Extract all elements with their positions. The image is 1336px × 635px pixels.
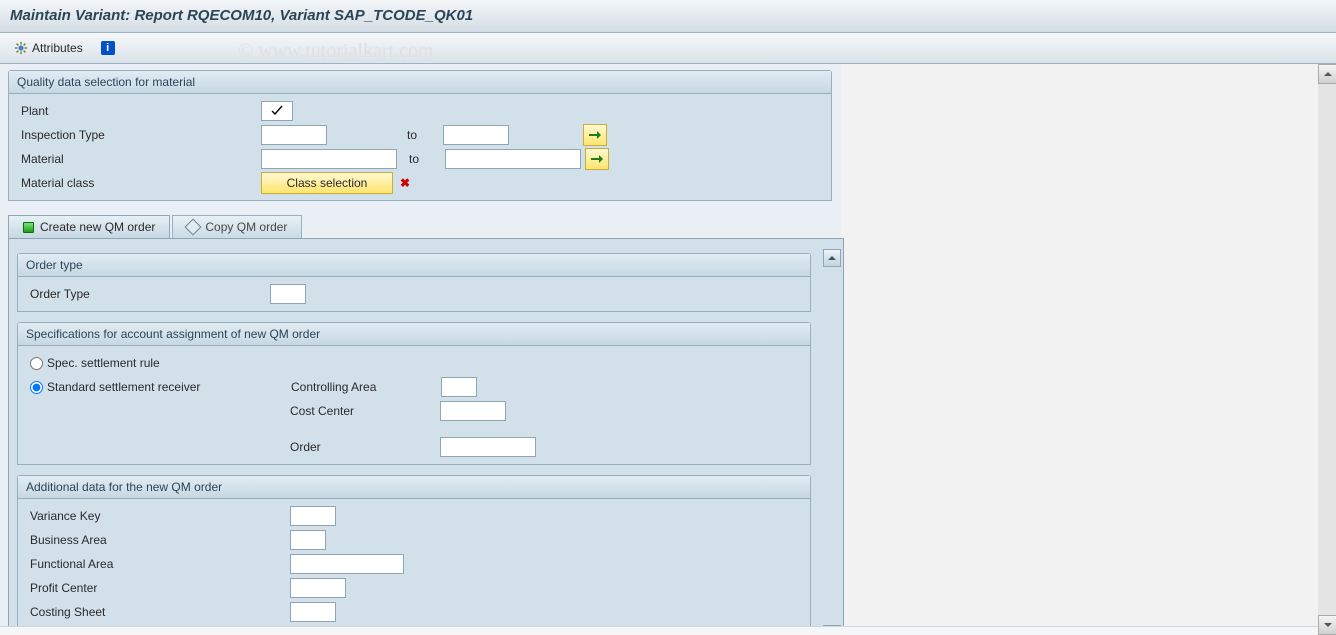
cost-center-input[interactable]: [440, 401, 506, 421]
inspection-type-from-input[interactable]: [261, 125, 327, 145]
chevron-up-icon: [1324, 70, 1332, 78]
attributes-button[interactable]: Attributes: [10, 39, 87, 57]
group-quality-data: Quality data selection for material Plan…: [8, 70, 832, 201]
label-insp-to: to: [407, 128, 443, 142]
label-std-receiver: Standard settlement receiver: [47, 380, 291, 394]
radio-spec-rule[interactable]: [30, 357, 43, 370]
order-type-input[interactable]: [270, 284, 306, 304]
label-cost-center: Cost Center: [290, 404, 440, 418]
inspection-type-to-input[interactable]: [443, 125, 509, 145]
chevron-down-icon: [1324, 621, 1332, 629]
variance-key-input[interactable]: [290, 506, 336, 526]
spec-order-input[interactable]: [440, 437, 536, 457]
plant-required-input[interactable]: [261, 101, 293, 121]
group-specifications-title: Specifications for account assignment of…: [18, 323, 810, 346]
attributes-label: Attributes: [32, 41, 83, 55]
material-multi-button[interactable]: [585, 148, 609, 170]
group-order-type-title: Order type: [18, 254, 810, 277]
group-order-type: Order type Order Type: [17, 253, 811, 312]
label-controlling-area: Controlling Area: [291, 380, 441, 394]
gear-icon: [14, 41, 28, 55]
radio-std-receiver[interactable]: [30, 381, 43, 394]
costing-sheet-input[interactable]: [290, 602, 336, 622]
page-title: Maintain Variant: Report RQECOM10, Varia…: [0, 0, 1336, 33]
arrow-right-icon: [589, 130, 601, 140]
tab-copy-qm-order[interactable]: Copy QM order: [172, 215, 302, 238]
label-order-type: Order Type: [20, 287, 270, 301]
group-quality-data-title: Quality data selection for material: [9, 71, 831, 94]
required-check-icon: [271, 105, 283, 117]
inner-scroll-up-button[interactable]: [823, 249, 841, 267]
bottom-strip: [0, 626, 1336, 635]
arrow-right-icon: [591, 154, 603, 164]
profit-center-input[interactable]: [290, 578, 346, 598]
label-plant: Plant: [11, 104, 261, 118]
tab-zone: Create new QM order Copy QM order Order …: [8, 215, 844, 635]
label-profit-center: Profit Center: [20, 581, 290, 595]
label-material: Material: [11, 152, 261, 166]
label-business-area: Business Area: [20, 533, 290, 547]
label-costing-sheet: Costing Sheet: [20, 605, 290, 619]
material-from-input[interactable]: [261, 149, 397, 169]
label-functional-area: Functional Area: [20, 557, 290, 571]
group-additional-data: Additional data for the new QM order Var…: [17, 475, 811, 635]
label-spec-rule: Spec. settlement rule: [47, 356, 160, 370]
info-icon[interactable]: i: [101, 41, 115, 55]
label-mat-to: to: [409, 152, 445, 166]
tab-copy-label: Copy QM order: [205, 220, 287, 234]
chevron-up-icon: [828, 254, 836, 262]
group-specifications: Specifications for account assignment of…: [17, 322, 811, 465]
material-to-input[interactable]: [445, 149, 581, 169]
toolbar: Attributes i: [0, 33, 1336, 64]
label-material-class: Material class: [11, 176, 261, 190]
group-additional-data-title: Additional data for the new QM order: [18, 476, 810, 499]
tab-page: Order type Order Type Specifications for…: [8, 238, 844, 635]
inspection-type-multi-button[interactable]: [583, 124, 607, 146]
outer-scroll-up-button[interactable]: [1318, 64, 1336, 84]
class-delete-icon[interactable]: ✖: [397, 175, 413, 191]
label-inspection-type: Inspection Type: [11, 128, 261, 142]
label-spec-order: Order: [290, 440, 440, 454]
inner-scrollbar: [823, 249, 839, 635]
functional-area-input[interactable]: [290, 554, 404, 574]
class-selection-button[interactable]: Class selection: [261, 172, 393, 194]
tab-strip: Create new QM order Copy QM order: [8, 215, 844, 238]
diamond-icon: [185, 219, 202, 236]
business-area-input[interactable]: [290, 530, 326, 550]
right-gutter: [841, 64, 1336, 635]
tab-create-label: Create new QM order: [40, 220, 155, 234]
outer-scroll-down-button[interactable]: [1318, 615, 1336, 635]
main-canvas: Quality data selection for material Plan…: [0, 64, 1336, 635]
label-variance-key: Variance Key: [20, 509, 290, 523]
outer-scrollbar: [1318, 64, 1336, 635]
led-green-icon: [23, 222, 34, 233]
tab-create-qm-order[interactable]: Create new QM order: [8, 215, 170, 238]
controlling-area-input[interactable]: [441, 377, 477, 397]
